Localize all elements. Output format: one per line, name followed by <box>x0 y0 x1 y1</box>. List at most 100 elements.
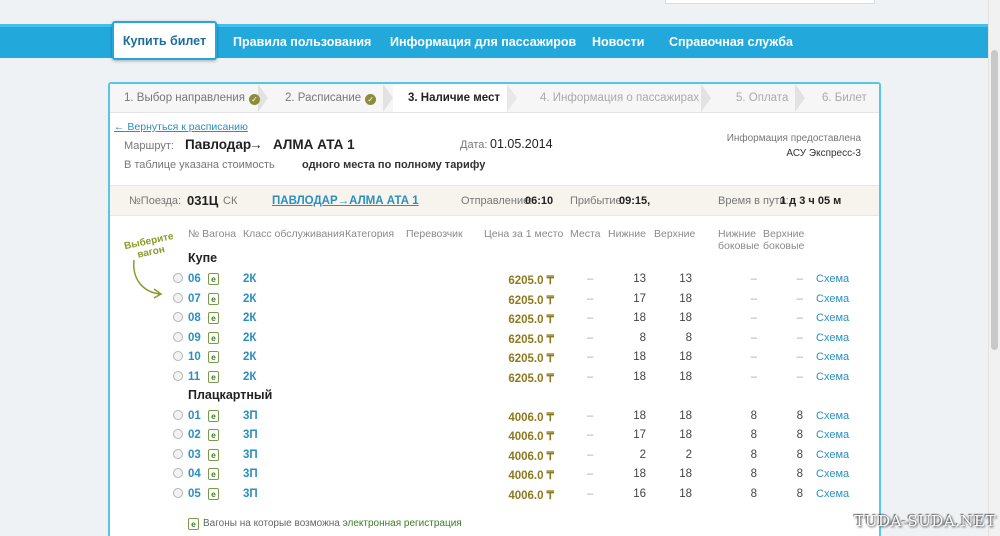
wagon-number[interactable]: 10 <box>188 351 201 363</box>
seats-value: – <box>587 331 594 344</box>
nav-rules[interactable]: Правила пользования <box>233 35 371 49</box>
page-scrollbar[interactable] <box>988 0 1000 536</box>
wagon-number[interactable]: 04 <box>188 468 201 480</box>
wagon-row[interactable]: 08 e 2К 6205.0 ₸ – 18 18 – – Схема <box>110 309 879 329</box>
schema-link[interactable]: Схема <box>816 410 849 422</box>
date-label: Дата: <box>460 139 488 151</box>
wagon-number[interactable]: 03 <box>188 449 201 461</box>
e-registration-icon: e <box>208 371 219 383</box>
col-price: Цена за 1 место <box>484 228 564 240</box>
schema-link[interactable]: Схема <box>816 488 849 500</box>
wagon-row[interactable]: 04 e 3П 4006.0 ₸ – 18 18 8 8 Схема <box>110 465 879 485</box>
step-seats: 3. Наличие мест <box>408 92 500 104</box>
wagon-radio[interactable] <box>173 273 183 283</box>
col-lower-side: Нижние боковые <box>718 228 760 252</box>
wagon-number[interactable]: 07 <box>188 293 201 305</box>
schema-link[interactable]: Схема <box>816 449 849 461</box>
service-class: 2К <box>243 371 257 383</box>
check-icon: ✓ <box>249 94 261 105</box>
scroll-thumb[interactable] <box>991 50 998 350</box>
train-route-link[interactable]: ПАВЛОДАР→АЛМА АТА 1 <box>272 195 419 207</box>
wagon-radio[interactable] <box>173 371 183 381</box>
train-number: 031Ц <box>187 193 219 208</box>
wagon-radio[interactable] <box>173 429 183 440</box>
wagon-row[interactable]: 05 e 3П 4006.0 ₸ – 16 18 8 8 Схема <box>110 485 879 505</box>
upper-side-count: – <box>796 351 803 364</box>
step-bar: 1. Выбор направления ✓ 2. Расписание ✓ 3. … <box>110 84 879 113</box>
lower-count: 13 <box>633 273 646 285</box>
service-class: 2К <box>243 331 257 344</box>
e-registration-icon: e <box>208 448 219 461</box>
wagon-radio[interactable] <box>173 448 183 459</box>
e-registration-icon: e <box>208 429 219 442</box>
upper-count: 18 <box>679 429 692 442</box>
e-registration-icon: e <box>208 351 219 364</box>
arrival-label: Прибытие: <box>570 195 625 207</box>
step-direction[interactable]: 1. Выбор направления ✓ <box>124 92 261 105</box>
wagon-radio[interactable] <box>173 312 183 323</box>
wagon-number[interactable]: 09 <box>188 332 201 344</box>
wagon-radio[interactable] <box>173 488 183 498</box>
nav-passenger-info[interactable]: Информация для пассажиров <box>390 35 576 49</box>
service-class: 2К <box>243 351 257 364</box>
wagon-row[interactable]: 11 e 2К 6205.0 ₸ – 18 18 – – Схема <box>110 368 879 388</box>
wagon-price: 6205.0 ₸ <box>508 333 554 346</box>
wagon-number[interactable]: 06 <box>188 273 201 285</box>
upper-side-count: 8 <box>796 468 803 481</box>
seats-value: – <box>587 351 594 364</box>
wagon-price: 6205.0 ₸ <box>508 353 554 366</box>
wagon-radio[interactable] <box>173 351 183 362</box>
schema-link[interactable]: Схема <box>816 468 849 480</box>
schema-link[interactable]: Схема <box>816 371 849 383</box>
schema-link[interactable]: Схема <box>816 351 849 363</box>
price-note-bold: одного места по полному тарифу <box>302 159 486 171</box>
route-from: Павлодар <box>185 137 252 152</box>
wagon-radio[interactable] <box>173 409 183 420</box>
wagon-number[interactable]: 02 <box>188 429 201 441</box>
lower-count: 18 <box>633 371 646 383</box>
wagon-radio[interactable] <box>173 331 183 342</box>
wagon-radio[interactable] <box>173 292 183 303</box>
wagon-number[interactable]: 08 <box>188 312 201 324</box>
e-registration-icon: e <box>208 292 219 305</box>
seats-value: – <box>587 273 594 285</box>
lower-side-count: – <box>750 331 757 344</box>
schema-link[interactable]: Схема <box>816 273 849 285</box>
e-registration-icon: e <box>188 518 199 530</box>
upper-side-count: 8 <box>796 429 803 442</box>
schema-link[interactable]: Схема <box>816 293 849 305</box>
step-passengers: 4. Информация о пассажирах <box>540 92 700 104</box>
upper-count: 8 <box>685 331 692 344</box>
nav-news[interactable]: Новости <box>592 35 644 49</box>
wagon-number[interactable]: 11 <box>188 371 200 383</box>
wagon-row[interactable]: 03 e 3П 4006.0 ₸ – 2 2 8 8 Схема <box>110 446 879 466</box>
upper-side-count: 8 <box>796 488 803 500</box>
step-separator <box>701 84 711 112</box>
provider-info: Информация предоставлена АСУ Экспресс-3 <box>727 131 861 161</box>
wagon-number[interactable]: 05 <box>188 488 201 500</box>
wagon-radio[interactable] <box>173 468 183 479</box>
duration-label: Время в пути: <box>718 195 789 207</box>
wagon-row[interactable]: 02 e 3П 4006.0 ₸ – 17 18 8 8 Схема <box>110 426 879 446</box>
e-registration-icon: e <box>208 488 219 500</box>
wagon-number[interactable]: 01 <box>188 410 201 422</box>
wagon-row[interactable]: 07 e 2К 6205.0 ₸ – 17 18 – – Схема <box>110 290 879 310</box>
nav-buy-ticket[interactable]: Купить билет <box>112 21 217 60</box>
schema-link[interactable]: Схема <box>816 332 849 344</box>
e-registration-icon: e <box>208 273 219 285</box>
service-class: 2К <box>243 312 257 325</box>
top-search-box[interactable] <box>665 0 875 4</box>
schema-link[interactable]: Схема <box>816 429 849 441</box>
schema-link[interactable]: Схема <box>816 312 849 324</box>
back-to-schedule-link[interactable]: ← Вернуться к расписанию <box>114 121 248 133</box>
wagon-row[interactable]: 01 e 3П 4006.0 ₸ – 18 18 8 8 Схема <box>110 407 879 427</box>
wagon-row[interactable]: 06 e 2К 6205.0 ₸ – 13 13 – – Схема <box>110 270 879 290</box>
seats-value: – <box>587 371 594 383</box>
step-schedule[interactable]: 2. Расписание ✓ <box>285 92 377 105</box>
wagon-row[interactable]: 10 e 2К 6205.0 ₸ – 18 18 – – Схема <box>110 348 879 368</box>
lower-side-count: – <box>750 351 757 364</box>
wagon-price: 4006.0 ₸ <box>508 450 554 463</box>
wagon-row[interactable]: 09 e 2К 6205.0 ₸ – 8 8 – – Схема <box>110 329 879 349</box>
nav-help-service[interactable]: Справочная служба <box>669 35 793 49</box>
service-class: 3П <box>243 409 258 422</box>
